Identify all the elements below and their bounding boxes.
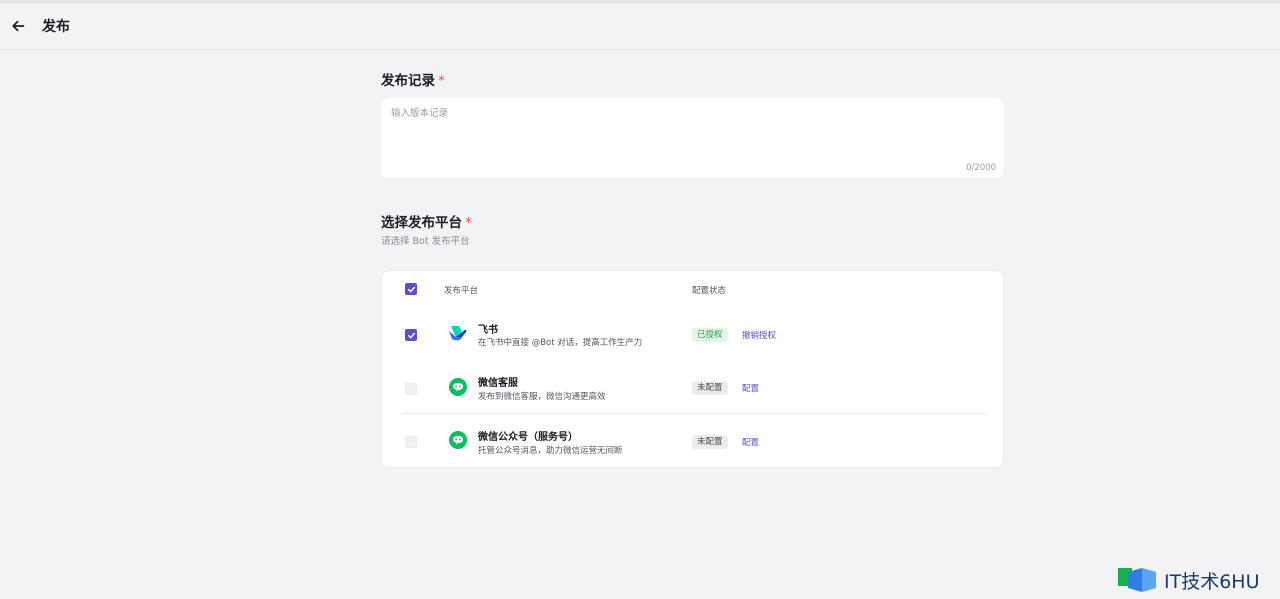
configure-link[interactable]: 配置 <box>742 436 759 448</box>
platform-section-label-text: 选择发布平台 <box>381 215 462 231</box>
platform-description: 托管公众号消息，助力微信运营无间断 <box>478 446 623 456</box>
row-checkbox-feishu[interactable] <box>405 329 417 341</box>
status-badge: 未配置 <box>692 381 728 395</box>
platform-section-label: 选择发布平台 * <box>381 211 472 231</box>
back-button[interactable] <box>8 16 28 36</box>
platform-section-subtitle: 请选择 Bot 发布平台 <box>381 236 470 247</box>
check-icon <box>407 332 415 338</box>
row-checkbox-wechat-kf[interactable] <box>405 383 417 395</box>
wechat-icon <box>447 376 469 398</box>
status-badge: 已授权 <box>692 328 728 342</box>
row-checkbox-wechat-mp[interactable] <box>405 436 417 448</box>
watermark: IT技术6HU <box>1118 565 1260 595</box>
platform-name: 微信客服 <box>478 378 518 389</box>
release-notes-box: 0/2000 <box>381 98 1004 178</box>
platform-table: 发布平台 配置状态 飞书 在飞书中直接 @Bot 对话，提高工作生产力 已授权 … <box>381 270 1004 468</box>
platform-name: 飞书 <box>478 325 498 336</box>
revoke-auth-link[interactable]: 撤销授权 <box>742 329 776 341</box>
release-notes-label: 发布记录 * <box>381 69 445 89</box>
release-notes-label-text: 发布记录 <box>381 73 435 89</box>
watermark-logo-icon <box>1118 568 1156 592</box>
top-bar: 发布 <box>0 0 1280 50</box>
status-badge: 未配置 <box>692 435 728 449</box>
wechat-icon <box>447 429 469 451</box>
platform-description: 发布到微信客服，微信沟通更高效 <box>478 392 606 402</box>
column-header-status: 配置状态 <box>692 286 727 296</box>
watermark-text: IT技术6HU <box>1164 570 1260 593</box>
arrow-left-icon <box>12 20 25 32</box>
column-header-platform: 发布平台 <box>444 286 479 296</box>
select-all-checkbox[interactable] <box>405 283 417 295</box>
char-counter: 0/2000 <box>966 163 996 173</box>
release-notes-input[interactable] <box>381 98 1004 178</box>
check-icon <box>407 286 415 292</box>
platform-name: 微信公众号（服务号） <box>478 432 578 443</box>
platform-description: 在飞书中直接 @Bot 对话，提高工作生产力 <box>478 338 643 348</box>
row-divider <box>402 413 986 414</box>
required-mark: * <box>465 215 472 231</box>
required-mark: * <box>438 73 445 89</box>
feishu-icon <box>446 322 468 344</box>
page-title: 发布 <box>42 19 70 35</box>
configure-link[interactable]: 配置 <box>742 382 759 394</box>
